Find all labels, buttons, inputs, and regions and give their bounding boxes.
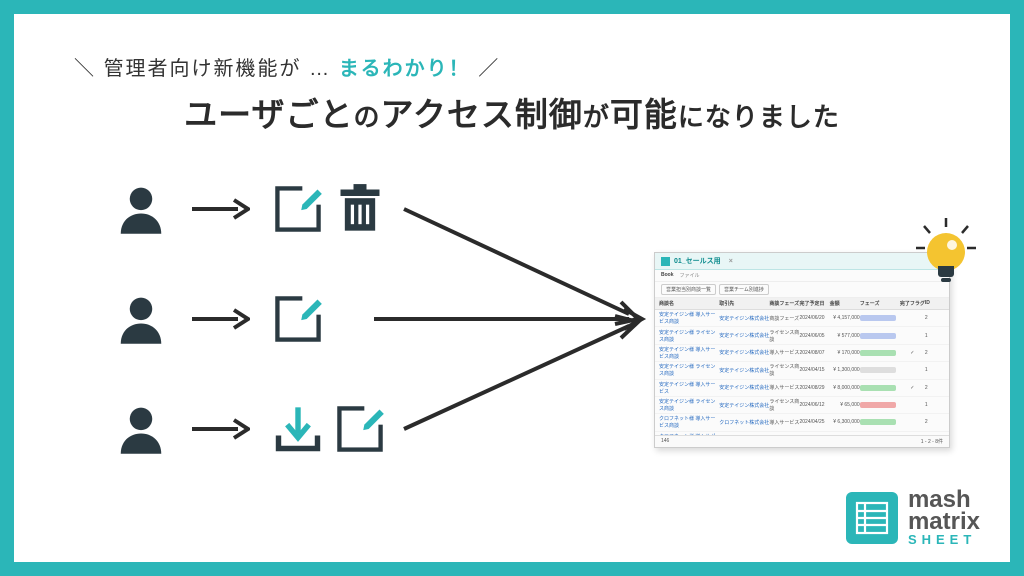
logo-text-line2: SHEET bbox=[908, 534, 980, 546]
table-row: 安定テイジン様 ライセンス商談安定テイジン株式会社ライセンス商談2024/06/… bbox=[655, 397, 949, 414]
app-tab: 01_セールス用× bbox=[655, 253, 949, 270]
arrow-icon bbox=[190, 197, 250, 226]
headline: ユーザごとのアクセス制御が可能になりました bbox=[184, 88, 840, 136]
table-row: 安定テイジン様 導入サービス商談安定テイジン株式会社導入サービス2024/08/… bbox=[655, 345, 949, 362]
user-icon bbox=[114, 292, 168, 351]
user-row-3 bbox=[114, 402, 386, 461]
app-footer: 1461 - 2 - 8件 bbox=[655, 435, 949, 447]
user-icon bbox=[114, 402, 168, 461]
user-row-1 bbox=[114, 182, 386, 241]
arrow-icon bbox=[190, 417, 250, 446]
arrow-icon bbox=[190, 307, 250, 336]
table-row: クロフネット様 導入サービス商談クロフネット株式会社導入サービス2024/04/… bbox=[655, 414, 949, 431]
table-row: 安定テイジン様 ライセンス商談安定テイジン株式会社ライセンス商談2024/04/… bbox=[655, 362, 949, 379]
app-subbar: 営業担当別商談一覧 営業チーム別進捗 bbox=[655, 282, 949, 298]
table-row: 安定テイジン様 ライセンス商談安定テイジン株式会社ライセンス商談2024/06/… bbox=[655, 327, 949, 344]
edit-icon bbox=[272, 183, 324, 240]
table-row: 安定テイジン様 導入サービス安定テイジン株式会社導入サービス2024/08/29… bbox=[655, 380, 949, 397]
lightbulb-icon bbox=[912, 216, 980, 296]
app-table: 商談名取引先商談フェーズ完了予定日金額フェーズ完了フラグID 安定テイジン様 導… bbox=[655, 298, 949, 448]
user-row-2 bbox=[114, 292, 324, 351]
download-icon bbox=[272, 403, 324, 460]
app-toolbar: Book ファイル bbox=[655, 270, 949, 282]
table-row: 安定テイジン様 導入サービス商談安定テイジン株式会社商談フェーズ2024/06/… bbox=[655, 310, 949, 327]
user-icon bbox=[114, 182, 168, 241]
edit-icon bbox=[272, 293, 324, 350]
app-screenshot: 01_セールス用× Book ファイル 営業担当別商談一覧 営業チーム別進捗 商… bbox=[654, 252, 950, 448]
brand-logo: mash matrix SHEET bbox=[846, 489, 980, 546]
tagline: ＼ 管理者向け新機能が … まるわかり！ ／ bbox=[74, 52, 500, 81]
logo-mark bbox=[846, 492, 898, 544]
logo-text-line1b: matrix bbox=[908, 511, 980, 533]
converging-arrows bbox=[374, 154, 664, 494]
